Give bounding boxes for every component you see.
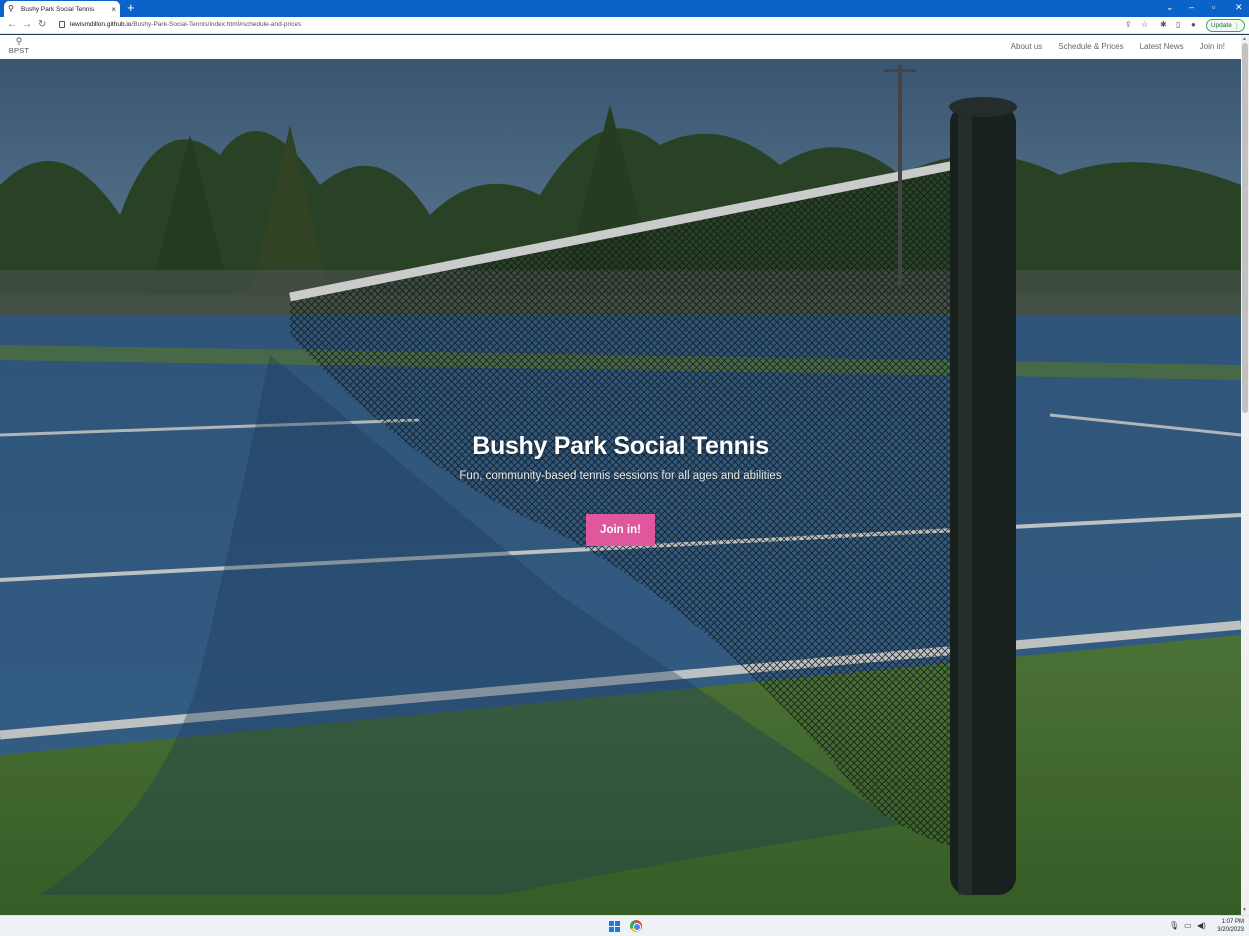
scroll-down-icon[interactable]: ▼ xyxy=(1242,907,1247,913)
network-icon[interactable]: ▭ xyxy=(1184,921,1192,931)
url-path: /Bushy-Park-Social-Tennis/index.html#sch… xyxy=(131,21,302,28)
address-bar[interactable]: lewismdillon.github.io/Bushy-Park-Social… xyxy=(70,20,301,30)
hero-section: ⚲ BPST About us Schedule & Prices Latest… xyxy=(0,35,1241,915)
new-tab-icon[interactable]: + xyxy=(127,1,135,15)
scrollbar-thumb[interactable] xyxy=(1242,43,1248,413)
windows-taskbar: 🎙 ▭ ◀) 1:07 PM 3/20/2023 xyxy=(0,915,1249,936)
extensions-icon[interactable]: ✱ xyxy=(1160,20,1167,30)
nav-link-about-us[interactable]: About us xyxy=(1011,42,1043,52)
update-label: Update xyxy=(1210,22,1232,29)
browser-title-bar: ⚲ Bushy Park Social Tennis × + ⌄ – ▫ ✕ xyxy=(0,0,1249,17)
system-clock[interactable]: 1:07 PM 3/20/2023 xyxy=(1208,918,1244,934)
tennis-racket-icon: ⚲ xyxy=(15,36,23,46)
page-scrollbar[interactable]: ▲ ▼ xyxy=(1241,35,1249,915)
side-panel-icon[interactable]: ▯ xyxy=(1176,20,1180,30)
tab-title: Bushy Park Social Tennis xyxy=(21,5,95,13)
brand-logo[interactable]: ⚲ BPST xyxy=(8,36,30,56)
back-icon[interactable]: ← xyxy=(7,19,17,31)
browser-tab[interactable]: ⚲ Bushy Park Social Tennis × xyxy=(4,1,120,17)
clock-time: 1:07 PM xyxy=(1221,919,1244,925)
browser-toolbar: ← → ↻ lewismdillon.github.io/Bushy-Park-… xyxy=(0,17,1249,34)
lock-icon xyxy=(59,21,65,28)
scroll-up-icon[interactable]: ▲ xyxy=(1242,36,1247,42)
nav-link-latest-news[interactable]: Latest News xyxy=(1140,42,1184,52)
forward-icon[interactable]: → xyxy=(22,19,32,31)
brand-text: BPST xyxy=(8,46,30,55)
close-tab-icon[interactable]: × xyxy=(111,5,116,14)
windows-start-icon[interactable] xyxy=(609,921,620,932)
update-button[interactable]: Update ⋮ xyxy=(1206,19,1245,32)
close-window-icon[interactable]: ✕ xyxy=(1235,1,1243,13)
share-icon[interactable]: ⇪ xyxy=(1125,20,1132,30)
url-host: lewismdillon.github.io xyxy=(70,21,132,28)
maximize-icon[interactable]: ▫ xyxy=(1212,1,1215,13)
chrome-app-icon[interactable] xyxy=(630,920,642,932)
nav-link-join-in[interactable]: Join in! xyxy=(1200,42,1225,52)
reload-icon[interactable]: ↻ xyxy=(38,19,46,31)
microphone-icon[interactable]: 🎙 xyxy=(1169,921,1179,931)
volume-icon[interactable]: ◀) xyxy=(1197,921,1206,931)
tennis-favicon-icon: ⚲ xyxy=(8,4,14,13)
clock-date: 3/20/2023 xyxy=(1217,927,1244,933)
tab-search-icon[interactable]: ⌄ xyxy=(1166,1,1174,13)
join-in-button[interactable]: Join in! xyxy=(586,514,655,546)
hero-subtitle: Fun, community-based tennis sessions for… xyxy=(459,470,782,482)
profile-icon[interactable]: ● xyxy=(1191,20,1196,30)
nav-link-schedule-prices[interactable]: Schedule & Prices xyxy=(1058,42,1123,52)
nav-links: About us Schedule & Prices Latest News J… xyxy=(1011,42,1225,52)
bookmark-star-icon[interactable]: ☆ xyxy=(1141,20,1148,30)
site-navbar: ⚲ BPST About us Schedule & Prices Latest… xyxy=(0,35,1241,59)
hero-title: Bushy Park Social Tennis xyxy=(472,432,769,460)
minimize-icon[interactable]: – xyxy=(1189,1,1194,13)
